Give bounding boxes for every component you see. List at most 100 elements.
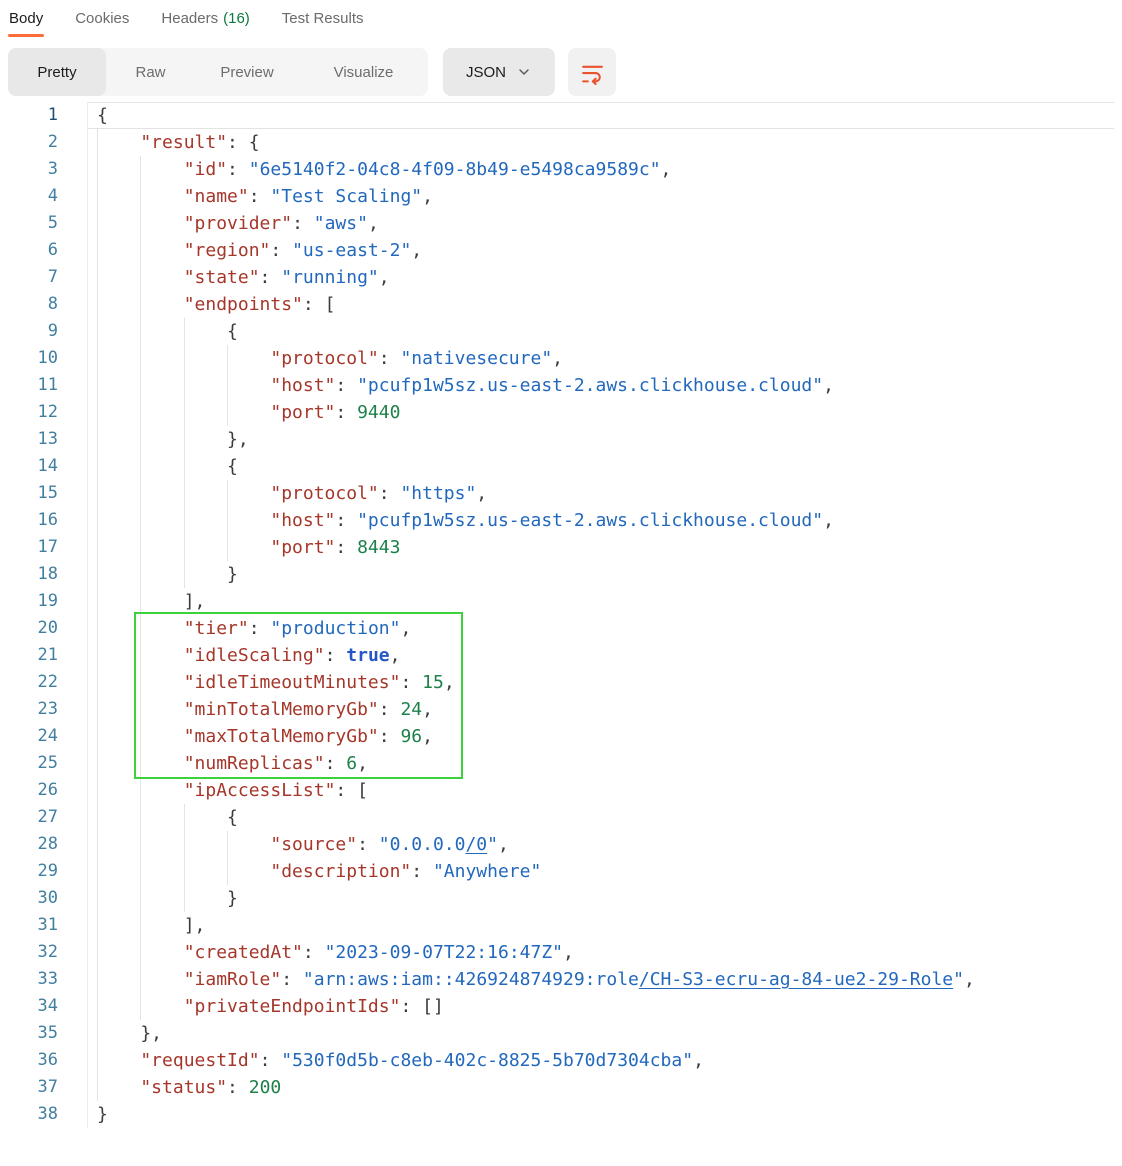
code-line[interactable]: 15"protocol": "https", [0,480,1122,507]
code-line[interactable]: 6"region": "us-east-2", [0,237,1122,264]
indent-guide [140,615,183,642]
json-token: 200 [249,1077,282,1098]
json-token: "port" [270,537,335,558]
json-token: "host" [270,375,335,396]
json-token: "pcufp1w5sz.us-east-2.aws.clickhouse.clo… [357,510,823,531]
code-line-content: "state": "running", [88,264,1114,291]
json-token: ], [184,915,206,936]
code-line[interactable]: 38} [0,1101,1122,1128]
code-line[interactable]: 11"host": "pcufp1w5sz.us-east-2.aws.clic… [0,372,1122,399]
indent-guide [97,156,140,183]
code-line[interactable]: 20"tier": "production", [0,615,1122,642]
code-line[interactable]: 28"source": "0.0.0.0/0", [0,831,1122,858]
code-line[interactable]: 27{ [0,804,1122,831]
code-line[interactable]: 30} [0,885,1122,912]
json-token: : [260,267,282,288]
code-line[interactable]: 8"endpoints": [ [0,291,1122,318]
response-tabs: Body Cookies Headers(16) Test Results [0,0,1122,39]
json-token: : [411,861,433,882]
code-line[interactable]: 26"ipAccessList": [ [0,777,1122,804]
mode-pretty[interactable]: Pretty [8,48,106,96]
json-token: : [379,726,401,747]
line-number: 28 [0,831,88,858]
code-line[interactable]: 22"idleTimeoutMinutes": 15, [0,669,1122,696]
code-line[interactable]: 10"protocol": "nativesecure", [0,345,1122,372]
code-line[interactable]: 25"numReplicas": 6, [0,750,1122,777]
code-line[interactable]: 13}, [0,426,1122,453]
line-number: 3 [0,156,88,183]
json-token: "nativesecure" [400,348,552,369]
code-line[interactable]: 32"createdAt": "2023-09-07T22:16:47Z", [0,939,1122,966]
line-number: 2 [0,129,88,156]
response-body-editor[interactable]: 1{2 "result": {3"id": "6e5140f2-04c8-4f09… [0,102,1122,1128]
code-line[interactable]: 29"description": "Anywhere" [0,858,1122,885]
code-line[interactable]: 17"port": 8443 [0,534,1122,561]
mode-visualize[interactable]: Visualize [299,48,428,96]
tab-headers-label: Headers [161,10,218,27]
code-line[interactable]: 2"result": { [0,129,1122,156]
code-line-content: "endpoints": [ [88,291,1114,318]
tab-headers[interactable]: Headers(16) [160,8,250,39]
code-line[interactable]: 33"iamRole": "arn:aws:iam::426924874929:… [0,966,1122,993]
code-line[interactable]: 5"provider": "aws", [0,210,1122,237]
code-line[interactable]: 9{ [0,318,1122,345]
code-line[interactable]: 21"idleScaling": true, [0,642,1122,669]
json-token: " [487,834,498,855]
indent-guide [140,912,183,939]
code-line[interactable]: 23"minTotalMemoryGb": 24, [0,696,1122,723]
code-line-content: { [88,318,1114,345]
json-token: "source" [270,834,357,855]
code-line-content: "idleTimeoutMinutes": 15, [88,669,1114,696]
line-number: 1 [0,102,88,129]
json-token: "protocol" [270,483,378,504]
code-line[interactable]: 1{ [0,102,1122,129]
code-line[interactable]: 18} [0,561,1122,588]
json-token: : [335,510,357,531]
indent-guide [97,1074,140,1101]
json-token: "minTotalMemoryGb" [184,699,379,720]
code-line[interactable]: 31], [0,912,1122,939]
indent-guide [97,831,140,858]
indent-guide [97,696,140,723]
code-line[interactable]: 14{ [0,453,1122,480]
json-token: : [ [335,780,368,801]
language-select[interactable]: JSON [443,48,555,96]
json-token: "ipAccessList" [184,780,336,801]
indent-guide [184,858,227,885]
json-link[interactable]: /CH-S3-ecru-ag-84-ue2-29-Role [639,969,953,990]
mode-raw[interactable]: Raw [106,48,195,96]
code-line[interactable]: 34"privateEndpointIds": [] [0,993,1122,1020]
indent-guide [140,426,183,453]
code-line[interactable]: 7"state": "running", [0,264,1122,291]
code-line[interactable]: 3"id": "6e5140f2-04c8-4f09-8b49-e5498ca9… [0,156,1122,183]
json-token: 15 [422,672,444,693]
json-token: ], [184,591,206,612]
code-line[interactable]: 24"maxTotalMemoryGb": 96, [0,723,1122,750]
tab-cookies[interactable]: Cookies [74,8,130,39]
json-token: : [ [303,294,336,315]
code-line[interactable]: 35}, [0,1020,1122,1047]
indent-guide [97,588,140,615]
code-line[interactable]: 37"status": 200 [0,1074,1122,1101]
json-token: : [379,483,401,504]
tab-body[interactable]: Body [8,8,44,39]
code-line[interactable]: 12"port": 9440 [0,399,1122,426]
indent-guide [140,939,183,966]
json-token: "port" [270,402,335,423]
indent-guide [97,129,140,156]
json-token: , [498,834,509,855]
tab-test-results[interactable]: Test Results [281,8,365,39]
line-number: 13 [0,426,88,453]
json-token: "result" [140,132,227,153]
mode-preview[interactable]: Preview [195,48,299,96]
code-line[interactable]: 16"host": "pcufp1w5sz.us-east-2.aws.clic… [0,507,1122,534]
json-token: , [563,942,574,963]
code-line[interactable]: 36"requestId": "530f0d5b-c8eb-402c-8825-… [0,1047,1122,1074]
wrap-lines-button[interactable] [568,48,616,96]
code-line[interactable]: 4"name": "Test Scaling", [0,183,1122,210]
json-link[interactable]: /0 [465,834,487,855]
json-token: "Test Scaling" [270,186,422,207]
indent-guide [97,345,140,372]
code-line[interactable]: 19], [0,588,1122,615]
json-token: { [227,321,238,342]
